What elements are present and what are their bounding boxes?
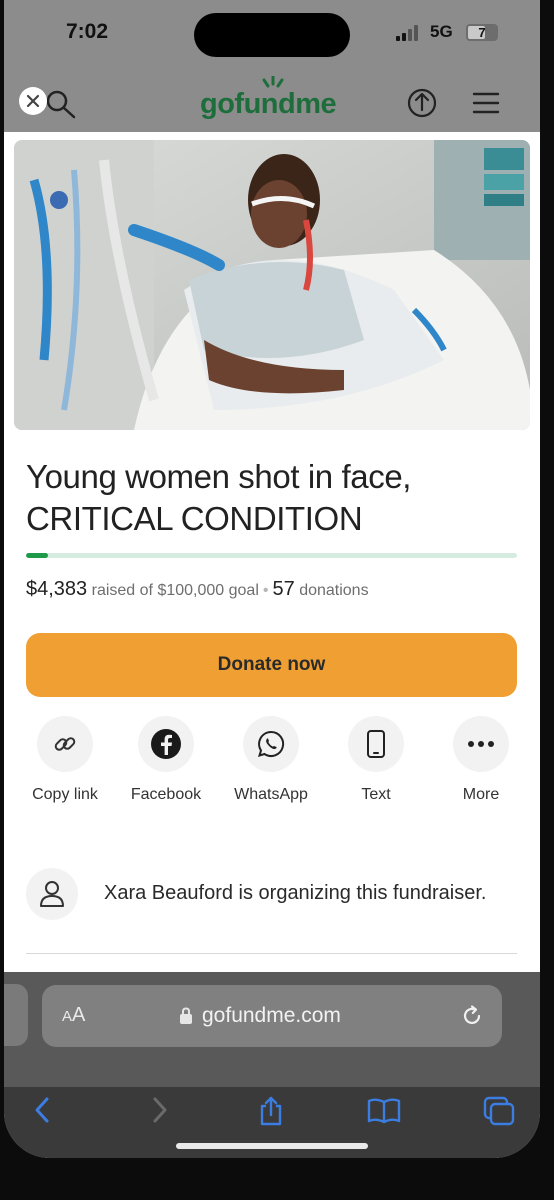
signal-icon	[396, 24, 418, 41]
lock-icon	[180, 1007, 192, 1024]
home-indicator[interactable]	[176, 1143, 368, 1149]
progress-fill	[26, 553, 48, 558]
share-more[interactable]: More	[431, 716, 531, 804]
more-dots-icon	[453, 716, 509, 772]
campaign-title-line1: Young women shot in face,	[26, 458, 412, 495]
battery-icon: 7	[466, 24, 498, 41]
status-bar: 7:02 5G 7	[4, 0, 540, 70]
hamburger-menu-icon[interactable]	[472, 92, 500, 119]
phone-screen: 7:02 5G 7 gofundme Young women shot in f…	[4, 0, 540, 1158]
organizer-text: Xara Beauford is organizing this fundrai…	[104, 882, 487, 904]
phone-icon	[348, 716, 404, 772]
network-type: 5G	[430, 22, 453, 41]
search-icon[interactable]	[44, 88, 78, 125]
reload-icon[interactable]	[459, 1003, 485, 1034]
donations-label: donations	[299, 582, 369, 599]
dynamic-island	[194, 13, 350, 57]
section-divider	[26, 953, 517, 954]
browser-chrome: AA gofundme.com	[4, 972, 540, 1158]
amount-raised: $4,383	[26, 578, 88, 600]
campaign-hero-image[interactable]	[14, 140, 530, 430]
battery-level: 7	[478, 25, 486, 40]
forward-icon[interactable]	[150, 1095, 170, 1130]
share-whatsapp[interactable]: WhatsApp	[221, 716, 321, 804]
bookmarks-icon[interactable]	[366, 1095, 402, 1130]
gofundme-logo[interactable]: gofundme	[200, 88, 337, 121]
status-time: 7:02	[66, 20, 109, 43]
share-options: Copy link Facebook WhatsApp Text More	[4, 716, 540, 816]
previous-tab-peek[interactable]	[4, 984, 28, 1046]
organizer-row[interactable]: Xara Beauford is organizing this fundrai…	[26, 866, 526, 922]
goal-text: raised of $100,000 goal	[91, 582, 259, 599]
tabs-icon[interactable]	[482, 1095, 516, 1132]
campaign-title-line2: CRITICAL CONDITION	[26, 500, 363, 537]
reader-options-button[interactable]: AA	[62, 1004, 85, 1027]
share-icon[interactable]	[404, 86, 440, 123]
share-label: Copy link	[32, 786, 98, 803]
share-icon[interactable]	[256, 1095, 286, 1132]
whatsapp-icon	[243, 716, 299, 772]
browser-toolbar	[4, 1087, 540, 1158]
address-domain: gofundme.com	[202, 1004, 341, 1027]
link-icon	[37, 716, 93, 772]
back-icon[interactable]	[32, 1095, 52, 1130]
address-bar[interactable]: AA gofundme.com	[42, 985, 502, 1047]
donations-count: 57	[272, 578, 295, 600]
user-icon	[26, 868, 78, 920]
share-label: WhatsApp	[234, 786, 308, 803]
separator-dot: •	[262, 582, 269, 599]
donate-now-button[interactable]: Donate now	[26, 633, 517, 697]
facebook-icon	[138, 716, 194, 772]
fundraising-stats: $4,383 raised of $100,000 goal • 57 donati…	[26, 578, 369, 601]
share-copy-link[interactable]: Copy link	[15, 716, 115, 804]
share-label: Facebook	[130, 786, 202, 803]
close-icon[interactable]	[19, 87, 47, 115]
share-label: Text	[361, 786, 391, 803]
site-header: gofundme	[4, 70, 540, 132]
fundraising-progress-bar	[26, 553, 517, 558]
share-text[interactable]: Text	[326, 716, 426, 804]
share-facebook[interactable]: Facebook	[116, 716, 216, 804]
share-label: More	[462, 786, 500, 803]
campaign-title: Young women shot in face, CRITICAL CONDI…	[26, 456, 516, 540]
